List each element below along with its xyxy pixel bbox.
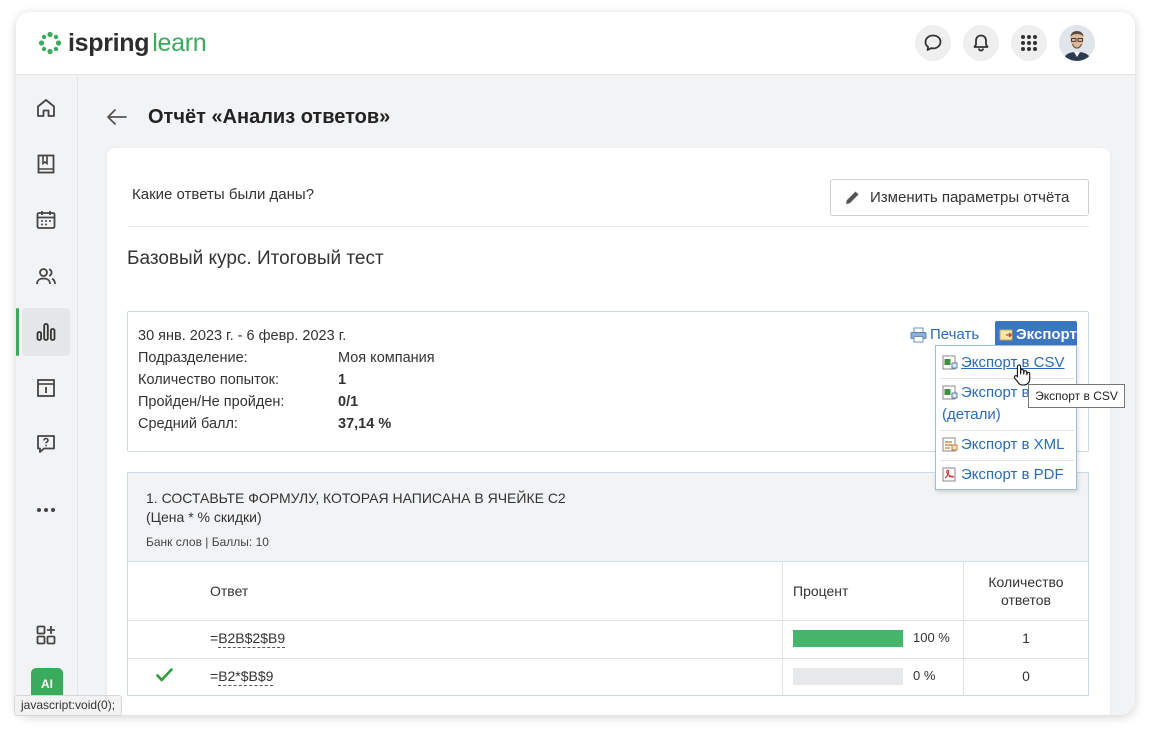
table-row-answer: =B2B$2$B9 bbox=[210, 630, 286, 648]
home-icon bbox=[37, 99, 55, 117]
xml-file-icon bbox=[942, 437, 958, 452]
summary-label-average-score: Средний балл: bbox=[138, 416, 238, 432]
sidebar-item-add-widget[interactable] bbox=[22, 611, 70, 659]
printer-icon bbox=[910, 327, 927, 342]
export-button[interactable]: Экспорт bbox=[995, 321, 1077, 348]
summary-value-average-score: 37,14 % bbox=[338, 416, 392, 432]
export-dropdown: Экспорт в CSV Экспорт в (детали) Экспорт… bbox=[935, 345, 1077, 490]
top-bar: ispring learn bbox=[16, 12, 1135, 75]
question-meta: Банк слов | Баллы: 10 bbox=[146, 535, 269, 549]
change-report-params-button[interactable]: Изменить параметры отчёта bbox=[830, 179, 1089, 216]
apps-button[interactable] bbox=[1011, 25, 1047, 61]
summary-label-pass-fail: Пройден/Не пройден: bbox=[138, 394, 285, 410]
sidebar-item-more[interactable] bbox=[22, 486, 70, 534]
logo-product: learn bbox=[152, 28, 207, 57]
answer-prefix: = bbox=[210, 630, 219, 646]
divider bbox=[128, 226, 1089, 227]
export-xml-label: Экспорт в XML bbox=[961, 436, 1065, 453]
question-title: 1. СОСТАВЬТЕ ФОРМУЛУ, КОТОРАЯ НАПИСАНА В… bbox=[146, 489, 566, 527]
sidebar-item-users[interactable] bbox=[22, 252, 70, 300]
column-divider bbox=[782, 562, 783, 696]
dropdown-separator bbox=[940, 378, 1074, 379]
sidebar-item-help[interactable] bbox=[22, 420, 70, 468]
pencil-icon bbox=[846, 191, 859, 204]
change-report-params-label: Изменить параметры отчёта bbox=[870, 189, 1070, 206]
notifications-button[interactable] bbox=[963, 25, 999, 61]
question-block: 1. СОСТАВЬТЕ ФОРМУЛУ, КОТОРАЯ НАПИСАНА В… bbox=[127, 472, 1089, 696]
logo[interactable]: ispring learn bbox=[38, 28, 207, 58]
answer-count: 1 bbox=[1022, 630, 1030, 646]
avatar-image bbox=[1059, 25, 1095, 61]
chat-icon bbox=[924, 34, 942, 51]
page-title: Отчёт «Анализ ответов» bbox=[148, 106, 391, 128]
users-icon bbox=[36, 268, 56, 285]
export-label: Экспорт bbox=[1016, 326, 1077, 343]
answer-prefix: = bbox=[210, 668, 219, 684]
summary-value-attempts: 1 bbox=[338, 372, 347, 388]
correct-check-icon bbox=[156, 668, 173, 682]
question-title-line2: (Цена * % скидки) bbox=[146, 509, 262, 525]
answer-text[interactable]: B2*$B$9 bbox=[218, 668, 274, 686]
bell-icon bbox=[973, 34, 989, 52]
column-header-percent: Процент bbox=[793, 583, 849, 599]
row-divider bbox=[128, 658, 1088, 659]
info-icon bbox=[37, 379, 55, 397]
chat-button[interactable] bbox=[915, 25, 951, 61]
course-title: Базовый курс. Итоговый тест bbox=[127, 248, 384, 269]
help-icon bbox=[37, 435, 55, 453]
export-icon bbox=[999, 329, 1013, 340]
dropdown-separator bbox=[940, 460, 1074, 461]
print-link[interactable]: Печать bbox=[910, 326, 979, 343]
question-title-line1: 1. СОСТАВЬТЕ ФОРМУЛУ, КОТОРАЯ НАПИСАНА В… bbox=[146, 490, 566, 506]
report-question-label: Какие ответы были даны? bbox=[132, 186, 315, 203]
print-label: Печать bbox=[930, 326, 980, 343]
percent-bar-fill bbox=[793, 630, 903, 647]
row-divider bbox=[128, 620, 1088, 621]
percent-label: 100 % bbox=[913, 630, 950, 645]
calendar-icon bbox=[36, 211, 56, 229]
tooltip: Экспорт в CSV bbox=[1028, 384, 1125, 408]
sidebar-item-reports[interactable] bbox=[16, 308, 70, 356]
answers-table: Ответ Процент Количество ответов =B2B$2$… bbox=[128, 561, 1088, 696]
csv-file-icon bbox=[942, 355, 958, 370]
back-arrow-icon[interactable] bbox=[106, 108, 128, 126]
summary-value-pass-fail: 0/1 bbox=[338, 394, 359, 410]
column-header-count-line1: Количество bbox=[988, 574, 1064, 590]
table-row-answer: =B2*$B$9 bbox=[210, 668, 274, 686]
csv-details-file-icon bbox=[942, 385, 958, 400]
book-icon bbox=[37, 154, 55, 174]
apps-grid-icon bbox=[1021, 35, 1037, 51]
summary-value-department: Моя компания bbox=[338, 350, 435, 366]
export-pdf-label: Экспорт в PDF bbox=[961, 466, 1064, 483]
column-header-count: Количество ответов bbox=[964, 562, 1088, 620]
percent-label: 0 % bbox=[913, 668, 936, 683]
reports-icon bbox=[36, 323, 56, 341]
sidebar-item-calendar[interactable] bbox=[22, 196, 70, 244]
dropdown-separator bbox=[940, 430, 1074, 431]
export-csv-item[interactable]: Экспорт в CSV bbox=[942, 352, 1065, 373]
percent-bar bbox=[793, 668, 903, 685]
user-avatar[interactable] bbox=[1059, 25, 1095, 61]
column-header-answer: Ответ bbox=[210, 583, 249, 599]
summary-label-attempts: Количество попыток: bbox=[138, 372, 279, 388]
logo-brand: ispring bbox=[68, 28, 150, 57]
pdf-file-icon bbox=[942, 467, 956, 482]
add-widget-icon bbox=[36, 625, 56, 645]
sidebar-item-info[interactable] bbox=[22, 364, 70, 412]
percent-bar bbox=[793, 630, 903, 647]
date-range: 30 янв. 2023 г. - 6 февр. 2023 г. bbox=[138, 328, 347, 344]
export-pdf-item[interactable]: Экспорт в PDF bbox=[942, 464, 1064, 485]
answer-text[interactable]: B2B$2$B9 bbox=[218, 630, 286, 648]
sidebar: AI bbox=[16, 76, 78, 715]
status-bar-url: javascript:void(0); bbox=[14, 695, 123, 716]
export-csv-details-line2[interactable]: (детали) bbox=[942, 404, 1001, 425]
column-header-count-line2: ответов bbox=[1001, 592, 1051, 608]
sidebar-item-courses[interactable] bbox=[22, 140, 70, 188]
export-xml-item[interactable]: Экспорт в XML bbox=[942, 434, 1065, 455]
sidebar-item-home[interactable] bbox=[22, 84, 70, 132]
answer-count: 0 bbox=[1022, 668, 1030, 684]
summary-label-department: Подразделение: bbox=[138, 350, 248, 366]
more-icon bbox=[37, 508, 55, 512]
logo-icon bbox=[38, 31, 62, 55]
